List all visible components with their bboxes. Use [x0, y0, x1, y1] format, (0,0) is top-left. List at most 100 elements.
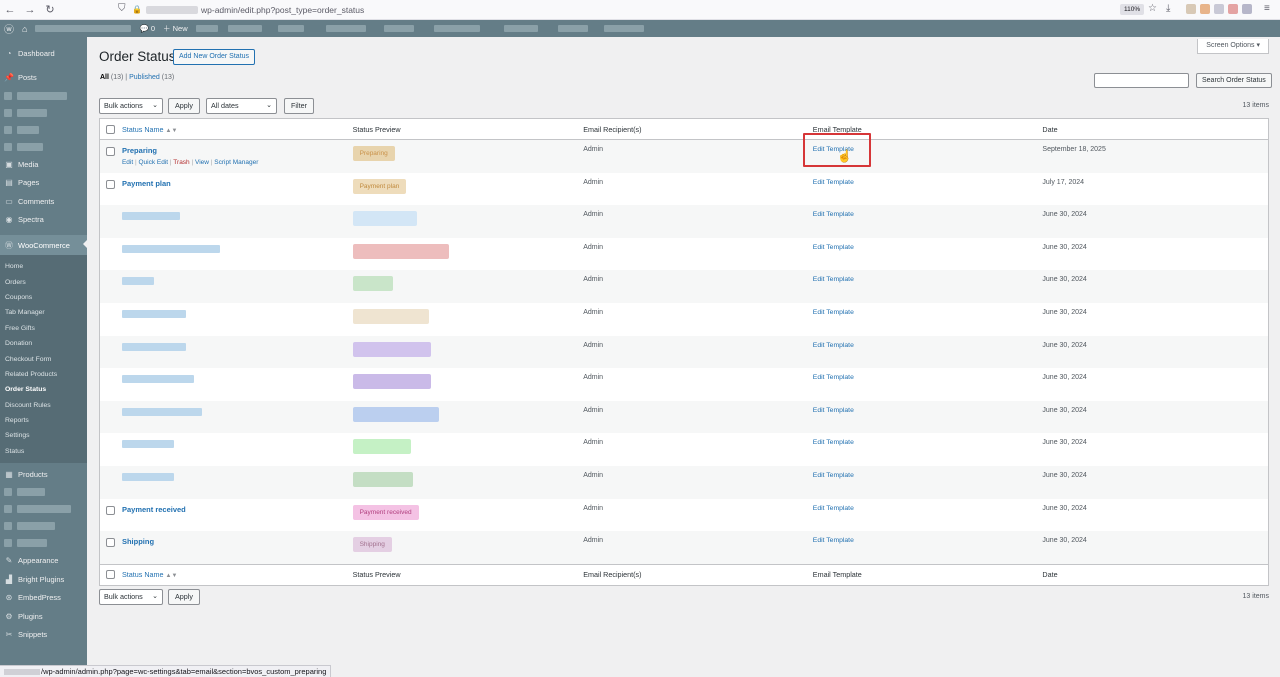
- menu-item-redacted[interactable]: [0, 535, 87, 552]
- menu-appearance[interactable]: ✎ Appearance: [0, 552, 87, 571]
- edit-template-link[interactable]: Edit Template: [813, 439, 854, 446]
- edit-template-link[interactable]: Edit Template: [813, 276, 854, 283]
- search-order-status-button[interactable]: Search Order Status: [1196, 73, 1272, 88]
- status-name-link[interactable]: Shipping: [122, 537, 154, 546]
- status-name-redacted[interactable]: [121, 212, 180, 221]
- menu-embedpress[interactable]: ⊛ EmbedPress: [0, 589, 87, 608]
- column-header-name[interactable]: Status Name ▲▼: [122, 125, 353, 134]
- row-checkbox[interactable]: [106, 538, 116, 548]
- submenu-settings[interactable]: Settings: [0, 428, 87, 443]
- select-all-checkbox[interactable]: [106, 124, 116, 134]
- extension-icon[interactable]: [1214, 4, 1224, 14]
- extension-icon[interactable]: [1186, 4, 1196, 14]
- submenu-order-status[interactable]: Order Status: [0, 382, 87, 397]
- submenu-related-products[interactable]: Related Products: [0, 367, 87, 382]
- reload-icon[interactable]: ↻: [40, 0, 60, 20]
- submenu-home[interactable]: Home: [0, 259, 87, 274]
- wordpress-logo-icon[interactable]: ⓦ: [0, 20, 18, 37]
- status-name-link[interactable]: Preparing: [122, 146, 157, 155]
- menu-products[interactable]: ▦ Products: [0, 465, 87, 484]
- submenu-free-gifts[interactable]: Free Gifts: [0, 321, 87, 336]
- status-name-redacted[interactable]: [121, 309, 186, 318]
- menu-plugins[interactable]: ⚙ Plugins: [0, 607, 87, 626]
- row-action-edit[interactable]: Edit: [122, 159, 133, 166]
- menu-bright-plugins[interactable]: ▟ Bright Plugins: [0, 570, 87, 589]
- edit-template-link[interactable]: Edit Template: [813, 407, 854, 414]
- home-icon[interactable]: ⌂: [18, 20, 31, 37]
- row-action-view[interactable]: View: [195, 159, 209, 166]
- url-bar[interactable]: wp-admin/edit.php?post_type=order_status: [146, 2, 1206, 18]
- menu-posts[interactable]: 📌 Posts: [0, 69, 87, 88]
- status-name-redacted[interactable]: [121, 407, 202, 416]
- edit-template-link[interactable]: Edit Template: [813, 505, 854, 512]
- comments-icon[interactable]: 💬 0: [135, 20, 159, 37]
- star-icon[interactable]: ☆: [1148, 3, 1157, 14]
- site-name-redacted[interactable]: [31, 20, 135, 37]
- extension-icon[interactable]: [1228, 4, 1238, 14]
- menu-woocommerce[interactable]: Ⓦ WooCommerce: [0, 235, 87, 255]
- row-action-script-manager[interactable]: Script Manager: [214, 159, 258, 166]
- extension-icon[interactable]: [1200, 4, 1210, 14]
- status-name-redacted[interactable]: [121, 472, 174, 481]
- zoom-badge[interactable]: 110%: [1120, 4, 1145, 15]
- edit-template-link[interactable]: Edit Template: [813, 309, 854, 316]
- menu-item-redacted[interactable]: [0, 484, 87, 501]
- extension-icon[interactable]: [1242, 4, 1252, 14]
- status-name-redacted[interactable]: [121, 277, 154, 286]
- menu-dashboard[interactable]: ◔ Dashboard: [0, 44, 87, 63]
- column-footer-name[interactable]: Status Name ▲▼: [122, 570, 353, 579]
- menu-snippets[interactable]: ✂ Snippets: [0, 626, 87, 645]
- edit-template-link[interactable]: Edit Template: [813, 179, 854, 186]
- submenu-status[interactable]: Status: [0, 444, 87, 459]
- edit-template-link[interactable]: Edit Template: [813, 537, 854, 544]
- row-checkbox[interactable]: [106, 179, 116, 189]
- shield-icon[interactable]: ⛉: [118, 3, 126, 14]
- menu-spectra[interactable]: ◉ Spectra: [0, 211, 87, 230]
- forward-icon[interactable]: →: [20, 0, 40, 20]
- row-checkbox[interactable]: [106, 147, 116, 156]
- edit-template-link[interactable]: Edit Template: [813, 342, 854, 349]
- status-name-redacted[interactable]: [121, 375, 194, 384]
- apply-button-bottom[interactable]: Apply: [168, 589, 200, 605]
- menu-item-redacted[interactable]: [0, 104, 87, 121]
- menu-item-redacted[interactable]: [0, 87, 87, 104]
- new-content-button[interactable]: ＋ New: [159, 20, 192, 37]
- select-all-checkbox-footer[interactable]: [106, 570, 116, 580]
- menu-icon[interactable]: ≡: [1264, 3, 1270, 14]
- add-new-order-status-button[interactable]: Add New Order Status: [173, 49, 256, 65]
- submenu-tab-manager[interactable]: Tab Manager: [0, 305, 87, 320]
- edit-template-link[interactable]: Edit Template: [813, 374, 854, 381]
- edit-template-link[interactable]: Edit Template: [813, 211, 854, 218]
- filter-all-link[interactable]: All: [100, 74, 109, 81]
- search-input[interactable]: [1094, 73, 1189, 88]
- apply-button[interactable]: Apply: [168, 98, 200, 114]
- submenu-orders[interactable]: Orders: [0, 274, 87, 289]
- status-name-redacted[interactable]: [121, 440, 174, 449]
- bulk-actions-select[interactable]: Bulk actions ⌄: [99, 98, 163, 114]
- menu-pages[interactable]: ▤ Pages: [0, 174, 87, 193]
- download-icon[interactable]: ⤓: [1166, 3, 1170, 14]
- edit-template-link[interactable]: Edit Template: [813, 472, 854, 479]
- filter-published-link[interactable]: Published: [129, 74, 160, 81]
- status-name-redacted[interactable]: [121, 244, 220, 253]
- submenu-discount-rules[interactable]: Discount Rules: [0, 398, 87, 413]
- submenu-reports[interactable]: Reports: [0, 413, 87, 428]
- row-action-trash[interactable]: Trash: [173, 159, 189, 166]
- submenu-checkout-form[interactable]: Checkout Form: [0, 351, 87, 366]
- date-filter-select[interactable]: All dates ⌄: [206, 98, 277, 114]
- status-name-link[interactable]: Payment received: [122, 505, 186, 514]
- menu-media[interactable]: ▣ Media: [0, 155, 87, 174]
- edit-template-link[interactable]: Edit Template: [813, 244, 854, 251]
- screen-options-button[interactable]: Screen Options ▾: [1197, 39, 1269, 54]
- back-icon[interactable]: ←: [0, 0, 20, 20]
- menu-comments[interactable]: ▭ Comments: [0, 192, 87, 211]
- bulk-actions-select-bottom[interactable]: Bulk actions ⌄: [99, 589, 163, 605]
- row-action-quick-edit[interactable]: Quick Edit: [138, 159, 168, 166]
- submenu-coupons[interactable]: Coupons: [0, 290, 87, 305]
- menu-item-redacted[interactable]: [0, 518, 87, 535]
- row-checkbox[interactable]: [106, 505, 116, 515]
- menu-item-redacted[interactable]: [0, 501, 87, 518]
- menu-item-redacted[interactable]: [0, 138, 87, 155]
- filter-button[interactable]: Filter: [284, 98, 314, 114]
- menu-item-redacted[interactable]: [0, 121, 87, 138]
